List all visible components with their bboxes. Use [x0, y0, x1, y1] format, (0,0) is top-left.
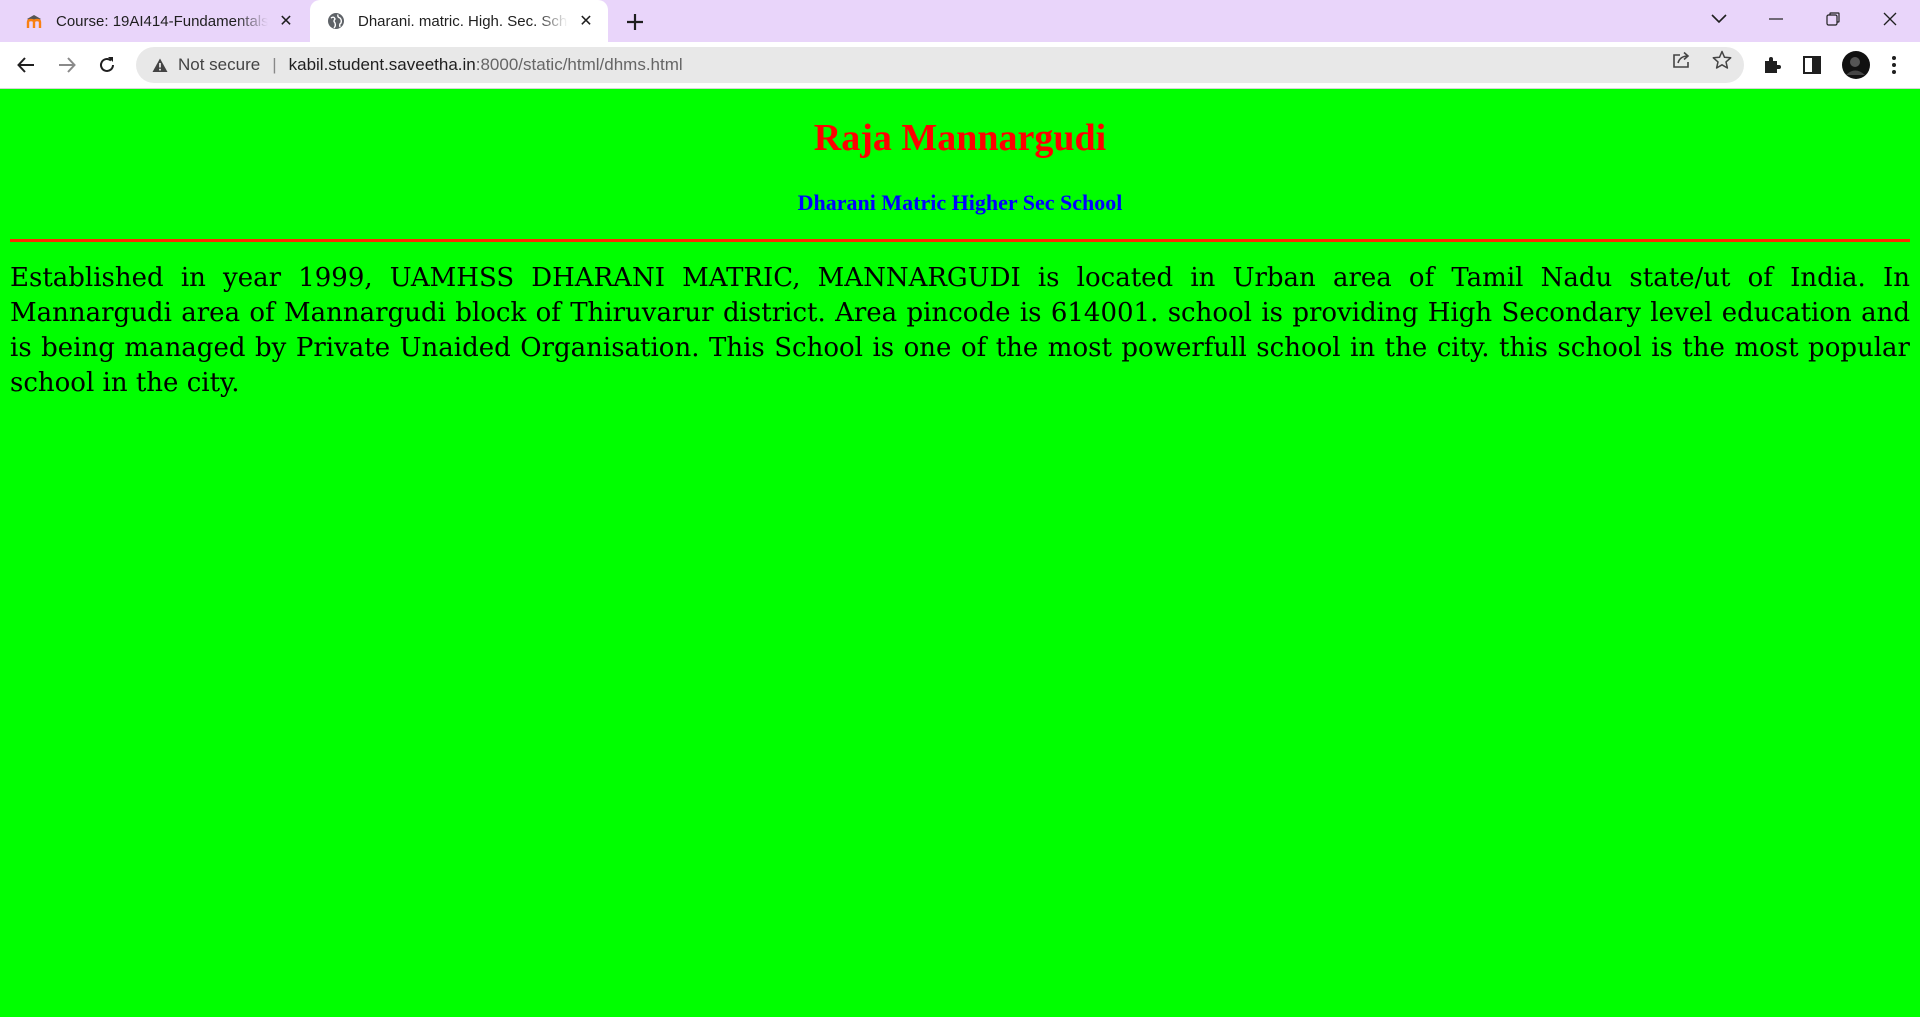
reload-button[interactable] [91, 49, 123, 81]
close-tab-icon[interactable]: ✕ [276, 11, 296, 31]
browser-toolbar: Not secure | kabil.student.saveetha.in:8… [0, 42, 1920, 89]
bookmark-star-icon[interactable] [1711, 49, 1733, 71]
tab-course[interactable]: Course: 19AI414-Fundamentals of ✕ [8, 0, 308, 42]
close-window-icon[interactable] [1862, 0, 1918, 38]
address-separator: | [272, 55, 277, 74]
forward-arrow-icon [59, 57, 76, 73]
new-tab-button[interactable] [620, 7, 650, 37]
extensions-icon[interactable] [1760, 53, 1784, 77]
share-icon[interactable] [1671, 49, 1693, 71]
warning-icon[interactable] [150, 55, 170, 75]
menu-icon[interactable] [1882, 53, 1906, 77]
avatar[interactable] [1841, 50, 1871, 80]
browser-window: Course: 19AI414-Fundamentals of ✕ Dharan… [0, 0, 1920, 1017]
side-panel-icon[interactable] [1800, 53, 1824, 77]
back-arrow-icon [17, 57, 34, 73]
page-subheading: Dharani Matric Higher Sec School [797, 190, 1123, 215]
close-tab-icon[interactable]: ✕ [576, 11, 596, 31]
minimize-icon[interactable] [1748, 0, 1804, 38]
tab-search-icon[interactable] [1691, 0, 1747, 38]
url-path: :8000/static/html/dhms.html [475, 55, 683, 74]
tab-title: Dharani. matric. High. Sec. School [358, 12, 568, 30]
moodle-icon [24, 11, 44, 31]
reload-icon [100, 57, 114, 72]
page-heading: Raja Mannargudi [813, 117, 1107, 159]
url-host: kabil.student.saveetha.in [288, 55, 476, 74]
page-paragraph: Established in year 1999, UAMHSS DHARANI… [10, 263, 1910, 398]
globe-icon [326, 11, 346, 31]
page-content: Raja Mannargudi Dharani Matric Higher Se… [0, 89, 1920, 1017]
tab-title: Course: 19AI414-Fundamentals of [56, 12, 268, 30]
tab-strip: Course: 19AI414-Fundamentals of ✕ Dharan… [0, 0, 1920, 42]
divider [10, 239, 1910, 242]
tab-dharani[interactable]: Dharani. matric. High. Sec. School ✕ [310, 0, 608, 42]
forward-button[interactable] [51, 49, 83, 81]
back-button[interactable] [10, 49, 42, 81]
address-bar[interactable]: Not secure | kabil.student.saveetha.in:8… [136, 47, 1744, 83]
restore-icon[interactable] [1805, 0, 1861, 38]
security-label[interactable]: Not secure [178, 55, 260, 75]
